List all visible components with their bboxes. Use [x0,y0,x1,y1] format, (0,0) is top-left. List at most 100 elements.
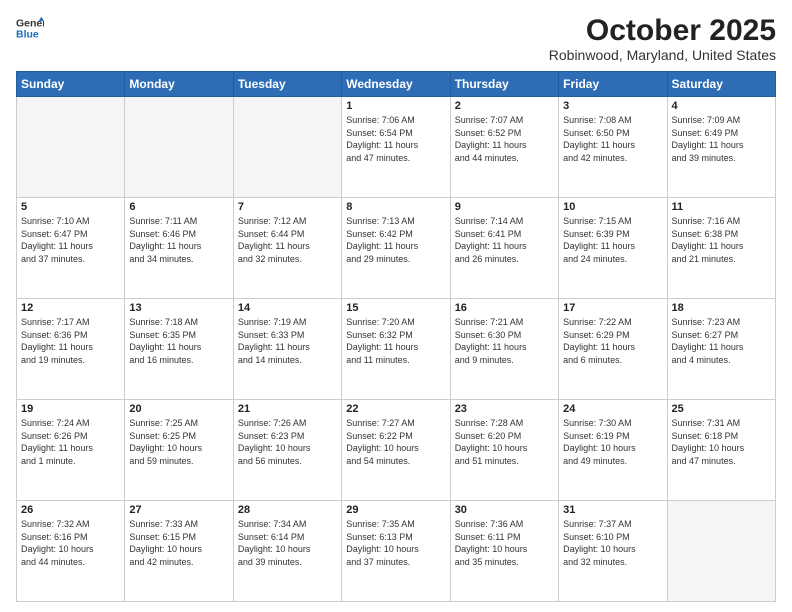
day-info: Sunrise: 7:26 AM Sunset: 6:23 PM Dayligh… [238,417,337,467]
day-info: Sunrise: 7:19 AM Sunset: 6:33 PM Dayligh… [238,316,337,366]
calendar-week-row: 1 Sunrise: 7:06 AM Sunset: 6:54 PM Daylig… [17,97,776,198]
calendar-day-cell: 3 Sunrise: 7:08 AM Sunset: 6:50 PM Daylig… [559,97,667,198]
day-info: Sunrise: 7:12 AM Sunset: 6:44 PM Dayligh… [238,215,337,265]
day-number: 31 [563,504,662,516]
svg-text:General: General [16,17,44,29]
day-number: 14 [238,302,337,314]
day-info: Sunrise: 7:35 AM Sunset: 6:13 PM Dayligh… [346,518,445,568]
calendar-day-cell [233,97,341,198]
day-info: Sunrise: 7:18 AM Sunset: 6:35 PM Dayligh… [129,316,228,366]
day-info: Sunrise: 7:23 AM Sunset: 6:27 PM Dayligh… [672,316,771,366]
calendar-day-header: Wednesday [342,72,450,97]
day-number: 7 [238,201,337,213]
title-block: October 2025 Robinwood, Maryland, United… [549,14,776,63]
day-info: Sunrise: 7:36 AM Sunset: 6:11 PM Dayligh… [455,518,554,568]
day-number: 24 [563,403,662,415]
calendar-day-cell: 2 Sunrise: 7:07 AM Sunset: 6:52 PM Daylig… [450,97,558,198]
calendar-day-cell: 24 Sunrise: 7:30 AM Sunset: 6:19 PM Dayli… [559,400,667,501]
calendar-day-cell: 14 Sunrise: 7:19 AM Sunset: 6:33 PM Dayli… [233,299,341,400]
calendar-header-row: SundayMondayTuesdayWednesdayThursdayFrid… [17,72,776,97]
calendar-day-cell: 11 Sunrise: 7:16 AM Sunset: 6:38 PM Dayli… [667,198,775,299]
day-number: 17 [563,302,662,314]
day-number: 11 [672,201,771,213]
calendar-day-cell: 20 Sunrise: 7:25 AM Sunset: 6:25 PM Dayli… [125,400,233,501]
calendar-day-cell: 4Sunrise: 7:09 AM Sunset: 6:49 PM Daylig… [667,97,775,198]
day-info: Sunrise: 7:30 AM Sunset: 6:19 PM Dayligh… [563,417,662,467]
day-number: 25 [672,403,771,415]
calendar-day-cell: 6 Sunrise: 7:11 AM Sunset: 6:46 PM Daylig… [125,198,233,299]
calendar-day-cell: 15Sunrise: 7:20 AM Sunset: 6:32 PM Dayli… [342,299,450,400]
day-number: 21 [238,403,337,415]
day-info: Sunrise: 7:15 AM Sunset: 6:39 PM Dayligh… [563,215,662,265]
logo: General Blue [16,14,44,42]
calendar-day-header: Monday [125,72,233,97]
day-number: 9 [455,201,554,213]
day-info: Sunrise: 7:22 AM Sunset: 6:29 PM Dayligh… [563,316,662,366]
day-info: Sunrise: 7:06 AM Sunset: 6:54 PM Dayligh… [346,114,445,164]
page-title: October 2025 [549,14,776,47]
calendar-day-cell: 10 Sunrise: 7:15 AM Sunset: 6:39 PM Dayli… [559,198,667,299]
calendar-day-cell: 17 Sunrise: 7:22 AM Sunset: 6:29 PM Dayli… [559,299,667,400]
day-number: 1 [346,100,445,112]
day-info: Sunrise: 7:07 AM Sunset: 6:52 PM Dayligh… [455,114,554,164]
day-info: Sunrise: 7:16 AM Sunset: 6:38 PM Dayligh… [672,215,771,265]
day-info: Sunrise: 7:25 AM Sunset: 6:25 PM Dayligh… [129,417,228,467]
day-info: Sunrise: 7:37 AM Sunset: 6:10 PM Dayligh… [563,518,662,568]
day-info: Sunrise: 7:28 AM Sunset: 6:20 PM Dayligh… [455,417,554,467]
calendar-day-cell: 28 Sunrise: 7:34 AM Sunset: 6:14 PM Dayli… [233,501,341,602]
svg-text:Blue: Blue [16,29,39,41]
day-number: 10 [563,201,662,213]
calendar-day-cell: 9 Sunrise: 7:14 AM Sunset: 6:41 PM Daylig… [450,198,558,299]
page-subtitle: Robinwood, Maryland, United States [549,47,776,63]
calendar-day-cell: 30Sunrise: 7:36 AM Sunset: 6:11 PM Dayli… [450,501,558,602]
calendar-day-cell: 31 Sunrise: 7:37 AM Sunset: 6:10 PM Dayli… [559,501,667,602]
day-info: Sunrise: 7:10 AM Sunset: 6:47 PM Dayligh… [21,215,120,265]
calendar-day-cell: 27 Sunrise: 7:33 AM Sunset: 6:15 PM Dayli… [125,501,233,602]
day-number: 28 [238,504,337,516]
day-info: Sunrise: 7:31 AM Sunset: 6:18 PM Dayligh… [672,417,771,467]
day-number: 27 [129,504,228,516]
day-info: Sunrise: 7:33 AM Sunset: 6:15 PM Dayligh… [129,518,228,568]
day-number: 20 [129,403,228,415]
logo-icon: General Blue [16,14,44,42]
day-info: Sunrise: 7:34 AM Sunset: 6:14 PM Dayligh… [238,518,337,568]
day-info: Sunrise: 7:32 AM Sunset: 6:16 PM Dayligh… [21,518,120,568]
calendar-table: SundayMondayTuesdayWednesdayThursdayFrid… [16,71,776,602]
calendar-day-cell: 12 Sunrise: 7:17 AM Sunset: 6:36 PM Dayli… [17,299,125,400]
day-number: 3 [563,100,662,112]
calendar-day-cell: 16Sunrise: 7:21 AM Sunset: 6:30 PM Dayli… [450,299,558,400]
calendar-week-row: 5Sunrise: 7:10 AM Sunset: 6:47 PM Daylig… [17,198,776,299]
day-number: 15 [346,302,445,314]
calendar-day-cell: 13 Sunrise: 7:18 AM Sunset: 6:35 PM Dayli… [125,299,233,400]
day-number: 22 [346,403,445,415]
calendar-day-header: Saturday [667,72,775,97]
day-info: Sunrise: 7:24 AM Sunset: 6:26 PM Dayligh… [21,417,120,467]
day-info: Sunrise: 7:11 AM Sunset: 6:46 PM Dayligh… [129,215,228,265]
day-number: 12 [21,302,120,314]
calendar-day-cell: 1 Sunrise: 7:06 AM Sunset: 6:54 PM Daylig… [342,97,450,198]
calendar-day-cell: 25 Sunrise: 7:31 AM Sunset: 6:18 PM Dayli… [667,400,775,501]
day-number: 13 [129,302,228,314]
day-info: Sunrise: 7:08 AM Sunset: 6:50 PM Dayligh… [563,114,662,164]
calendar-day-cell: 7 Sunrise: 7:12 AM Sunset: 6:44 PM Daylig… [233,198,341,299]
header: General Blue October 2025 Robinwood, Mar… [16,14,776,63]
calendar-day-cell: 21 Sunrise: 7:26 AM Sunset: 6:23 PM Dayli… [233,400,341,501]
day-info: Sunrise: 7:27 AM Sunset: 6:22 PM Dayligh… [346,417,445,467]
page: General Blue October 2025 Robinwood, Mar… [0,0,792,612]
day-info: Sunrise: 7:09 AM Sunset: 6:49 PM Dayligh… [672,114,771,164]
calendar-day-cell [125,97,233,198]
day-number: 8 [346,201,445,213]
day-info: Sunrise: 7:14 AM Sunset: 6:41 PM Dayligh… [455,215,554,265]
calendar-day-cell: 19Sunrise: 7:24 AM Sunset: 6:26 PM Dayli… [17,400,125,501]
calendar-day-header: Sunday [17,72,125,97]
calendar-week-row: 19Sunrise: 7:24 AM Sunset: 6:26 PM Dayli… [17,400,776,501]
calendar-week-row: 12 Sunrise: 7:17 AM Sunset: 6:36 PM Dayli… [17,299,776,400]
day-info: Sunrise: 7:17 AM Sunset: 6:36 PM Dayligh… [21,316,120,366]
calendar-day-header: Tuesday [233,72,341,97]
day-number: 6 [129,201,228,213]
day-number: 2 [455,100,554,112]
calendar-day-cell: 22 Sunrise: 7:27 AM Sunset: 6:22 PM Dayli… [342,400,450,501]
day-number: 23 [455,403,554,415]
calendar-day-header: Thursday [450,72,558,97]
day-info: Sunrise: 7:13 AM Sunset: 6:42 PM Dayligh… [346,215,445,265]
